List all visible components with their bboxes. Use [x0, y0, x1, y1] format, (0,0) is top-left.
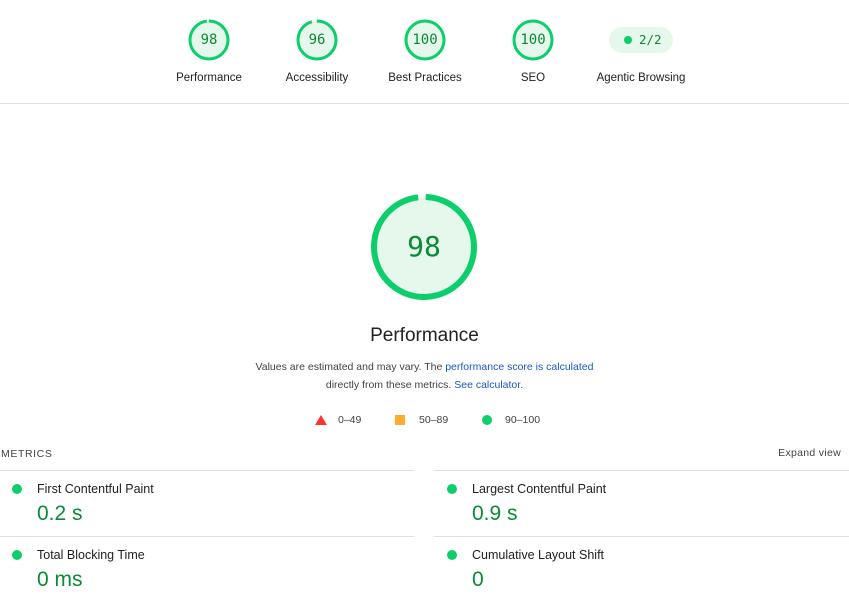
- divider: [434, 470, 849, 471]
- metric-label-lcp: Largest Contentful Paint: [472, 482, 607, 496]
- gauge-score: 100: [520, 32, 546, 48]
- legend-fail: 0–49: [338, 414, 362, 426]
- gauge-score: 98: [200, 32, 218, 48]
- divider: [434, 536, 849, 537]
- metric-label-cls: Cumulative Layout Shift: [472, 548, 605, 562]
- see-calculator-link[interactable]: See calculator.: [454, 379, 523, 391]
- gauge-best-practices[interactable]: 100: [403, 18, 447, 62]
- metric-value-tbt: 0 ms: [37, 568, 83, 591]
- metric-value-fcp: 0.2 s: [37, 502, 83, 525]
- pass-dot-icon: [12, 484, 22, 494]
- gauge-score: 96: [308, 32, 326, 48]
- gauge-seo[interactable]: 100: [511, 18, 555, 62]
- category-title: Performance: [370, 325, 479, 346]
- description-text: Values are estimated and may vary. The: [255, 361, 446, 373]
- gauge-performance[interactable]: 98: [187, 18, 231, 62]
- score-calculation-link[interactable]: performance score is calculated: [445, 361, 593, 373]
- pass-dot-icon: [447, 484, 457, 494]
- score-description-line2: directly from these metrics. See calcula…: [0, 379, 849, 391]
- gauge-label-best-practices: Best Practices: [388, 72, 462, 84]
- gauge-label-performance: Performance: [176, 72, 242, 84]
- metric-value-lcp: 0.9 s: [472, 502, 518, 525]
- pass-dot-icon: [12, 550, 22, 560]
- gauge-label-accessibility: Accessibility: [285, 72, 349, 84]
- description-text: directly from these metrics.: [325, 379, 455, 391]
- score-summary-bar: 98 Performance 96 Accessibility 100 Best…: [0, 0, 849, 104]
- performance-score: 98: [407, 230, 441, 263]
- metric-label-fcp: First Contentful Paint: [37, 482, 154, 496]
- pass-dot-icon: [624, 36, 632, 44]
- metric-label-tbt: Total Blocking Time: [37, 548, 145, 562]
- legend-average: 50–89: [419, 414, 449, 426]
- gauge-label-agentic-browsing: Agentic Browsing: [596, 72, 686, 84]
- metric-value-cls: 0: [472, 568, 484, 591]
- divider: [0, 536, 414, 537]
- performance-main-gauge: 98: [369, 192, 479, 302]
- gauge-accessibility[interactable]: 96: [295, 18, 339, 62]
- fail-triangle-icon: [315, 415, 327, 425]
- score-description: Values are estimated and may vary. The p…: [0, 361, 849, 373]
- legend-pass: 90–100: [505, 414, 541, 426]
- pass-dot-icon: [447, 550, 457, 560]
- gauge-label-seo: SEO: [520, 72, 546, 84]
- expand-view-toggle[interactable]: Expand view: [778, 447, 841, 459]
- metrics-heading: METRICS: [1, 448, 53, 460]
- pass-circle-icon: [482, 415, 492, 425]
- agentic-browsing-badge[interactable]: 2/2: [609, 27, 673, 53]
- agentic-score: 2/2: [639, 32, 662, 47]
- divider: [0, 470, 414, 471]
- gauge-score: 100: [412, 32, 438, 48]
- average-square-icon: [395, 415, 405, 425]
